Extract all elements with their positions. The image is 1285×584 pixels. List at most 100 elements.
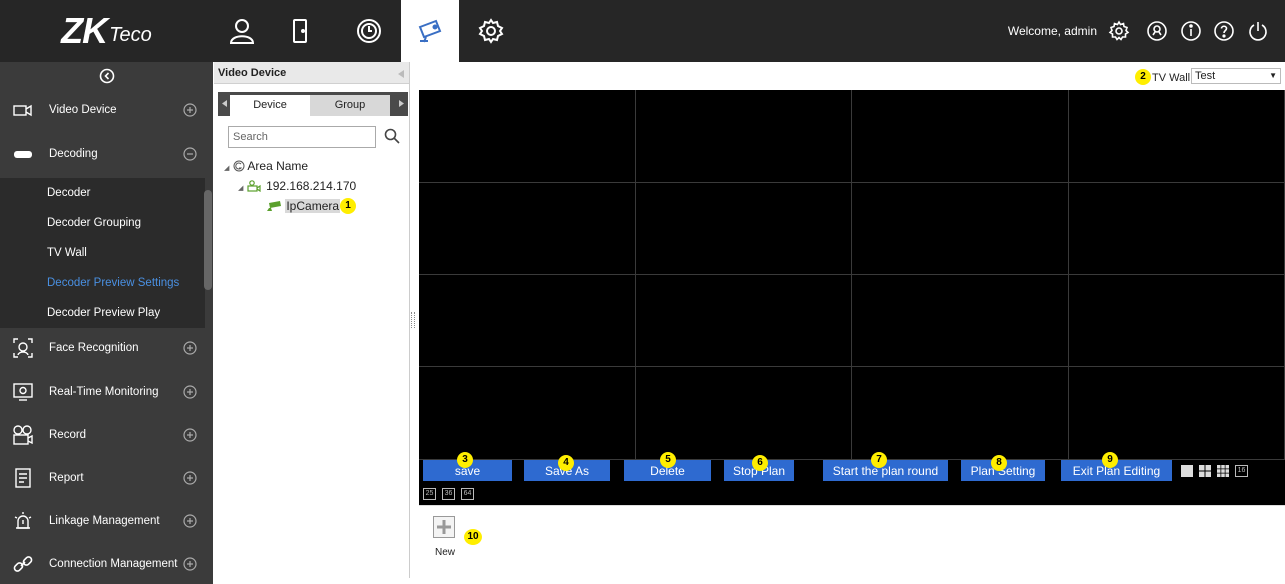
- expand-plus-icon[interactable]: [183, 428, 197, 442]
- collapse-sidebar-button[interactable]: [0, 62, 213, 90]
- tv-wall-label: TV Wall: [1152, 72, 1191, 84]
- sidebar-item-video-device[interactable]: Video Device: [0, 90, 213, 130]
- video-wall-cell[interactable]: [419, 367, 636, 460]
- personnel-nav-icon[interactable]: [213, 0, 271, 62]
- sidebar-item-real-time-monitoring[interactable]: Real-Time Monitoring: [0, 372, 213, 412]
- chevron-left-circle-icon: [99, 68, 114, 84]
- tree-device-node[interactable]: ◢ 192.168.214.170: [238, 179, 356, 193]
- video-wall-cell[interactable]: [1069, 183, 1285, 275]
- settings-gear-icon[interactable]: [1108, 20, 1130, 42]
- layout-36-icon[interactable]: 36: [442, 488, 455, 500]
- sidebar-item-decoding[interactable]: Decoding: [0, 134, 213, 174]
- tab-group[interactable]: Group: [310, 95, 390, 116]
- device-panel-title: Video Device: [218, 67, 287, 79]
- top-bar: ZK Teco Welcome, admin: [0, 0, 1285, 62]
- sidebar-item-linkage-management[interactable]: Linkage Management: [0, 501, 213, 541]
- expand-plus-icon[interactable]: [183, 341, 197, 355]
- logo-teco: Teco: [109, 23, 152, 46]
- video-wall-cell[interactable]: [1069, 367, 1285, 460]
- video-wall-cell[interactable]: [1069, 90, 1285, 183]
- video-wall-cell[interactable]: [419, 183, 636, 275]
- sidebar-subitem-decoder-preview-settings[interactable]: Decoder Preview Settings: [0, 268, 205, 298]
- video-wall-cell[interactable]: [852, 183, 1069, 275]
- video-wall-cell[interactable]: [852, 275, 1069, 367]
- alarm-icon: [14, 512, 32, 529]
- sidebar-item-report[interactable]: Report: [0, 458, 213, 498]
- logo-zk: ZK: [61, 10, 108, 51]
- tab-device[interactable]: Device: [230, 95, 310, 116]
- layout-3x3-icon[interactable]: [1217, 465, 1229, 477]
- tv-wall-editor: 2 TV Wall Test ▼ save Save As Delete Sto…: [419, 62, 1285, 578]
- video-wall-cell[interactable]: [636, 367, 852, 460]
- sidebar-subitem-decoder[interactable]: Decoder: [0, 178, 205, 208]
- record-icon: [13, 425, 33, 445]
- submenu-scrollbar[interactable]: [204, 190, 212, 290]
- video-wall-cell[interactable]: [852, 367, 1069, 460]
- collapse-minus-icon[interactable]: [183, 147, 197, 161]
- sidebar-item-label: Face Recognition: [49, 342, 139, 354]
- zkteco-logo: ZK Teco: [0, 0, 213, 62]
- video-wall-cell[interactable]: [636, 275, 852, 367]
- new-plan-button[interactable]: [433, 516, 455, 538]
- tree-camera-node[interactable]: IpCamera: [266, 199, 341, 213]
- sidebar-subitem-decoder-grouping[interactable]: Decoder Grouping: [0, 208, 205, 238]
- expand-plus-icon[interactable]: [183, 557, 197, 571]
- tab-scroll-right-icon[interactable]: [399, 100, 404, 107]
- layout-64-icon[interactable]: 64: [461, 488, 474, 500]
- system-settings-nav-icon[interactable]: [462, 0, 520, 62]
- tree-area-node[interactable]: ◢ Area Name: [224, 159, 308, 173]
- sidebar-item-label: Decoding: [49, 148, 98, 160]
- tv-wall-select[interactable]: Test ▼: [1191, 68, 1281, 84]
- layout-1x1-icon[interactable]: [1181, 465, 1193, 477]
- expand-plus-icon[interactable]: [183, 514, 197, 528]
- info-icon[interactable]: [1180, 20, 1202, 42]
- expand-plus-icon[interactable]: [183, 385, 197, 399]
- subitem-label: Decoder Grouping: [47, 217, 141, 229]
- search-icon[interactable]: [384, 128, 400, 144]
- power-logout-icon[interactable]: [1247, 20, 1269, 42]
- monitor-icon: [13, 383, 33, 401]
- callout-badge-1: 1: [340, 198, 356, 214]
- layout-16-icon[interactable]: 16: [1235, 465, 1248, 477]
- user-profile-icon[interactable]: [1146, 20, 1168, 42]
- video-wall-cell[interactable]: [419, 275, 636, 367]
- subitem-label: Decoder Preview Settings: [47, 277, 180, 289]
- callout-badge-5: 5: [660, 452, 676, 468]
- collapse-panel-icon[interactable]: [398, 70, 404, 78]
- sidebar-item-label: Report: [49, 472, 84, 484]
- callout-badge-10: 10: [464, 529, 482, 545]
- sidebar-subitem-decoder-preview-play[interactable]: Decoder Preview Play: [0, 298, 205, 328]
- device-search-input[interactable]: Search: [228, 126, 376, 148]
- tree-expand-arrow-icon[interactable]: ◢: [224, 165, 229, 172]
- layout-2x2-icon[interactable]: [1199, 465, 1211, 477]
- expand-plus-icon[interactable]: [183, 103, 197, 117]
- callout-badge-9: 9: [1102, 452, 1118, 468]
- decoder-icon: [14, 151, 32, 158]
- video-wall-cell[interactable]: [852, 90, 1069, 183]
- tree-camera-label: IpCamera: [285, 199, 341, 213]
- sidebar-subitem-tv-wall[interactable]: TV Wall: [0, 238, 205, 268]
- video-wall-cell[interactable]: [419, 90, 636, 183]
- tab-scroll-left-icon[interactable]: [222, 100, 227, 107]
- device-panel-header: Video Device: [214, 62, 409, 84]
- video-wall-cell[interactable]: [1069, 275, 1285, 367]
- layout-25-icon[interactable]: 25: [423, 488, 436, 500]
- callout-badge-2: 2: [1135, 69, 1151, 85]
- video-wall-cell[interactable]: [636, 90, 852, 183]
- sidebar-item-label: Linkage Management: [49, 515, 160, 527]
- sidebar-item-connection-management[interactable]: Connection Management: [0, 544, 213, 584]
- panel-splitter-handle[interactable]: [411, 312, 415, 328]
- sidebar-item-label: Real-Time Monitoring: [49, 386, 159, 398]
- sidebar-item-face-recognition[interactable]: Face Recognition: [0, 328, 213, 368]
- time-attendance-nav-icon[interactable]: [340, 0, 398, 62]
- video-wall-cell[interactable]: [636, 183, 852, 275]
- expand-plus-icon[interactable]: [183, 471, 197, 485]
- report-icon: [15, 468, 31, 488]
- video-nav-icon[interactable]: [401, 0, 459, 62]
- sidebar-item-record[interactable]: Record: [0, 415, 213, 455]
- access-door-nav-icon[interactable]: [271, 0, 329, 62]
- help-icon[interactable]: [1213, 20, 1235, 42]
- tree-expand-arrow-icon[interactable]: ◢: [238, 185, 243, 192]
- sidebar-item-label: Video Device: [49, 104, 117, 116]
- face-icon: [13, 338, 33, 358]
